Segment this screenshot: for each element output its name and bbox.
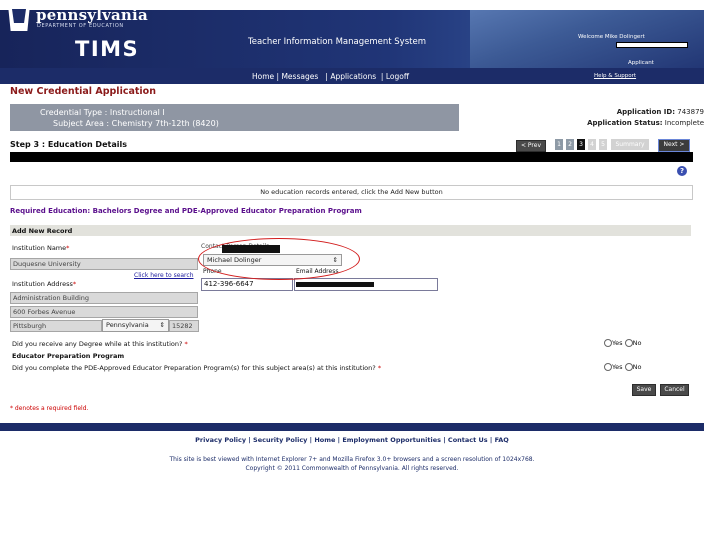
highlight-circle <box>198 238 360 280</box>
footer-text: This site is best viewed with Internet E… <box>0 455 704 473</box>
cancel-button[interactable]: Cancel <box>660 384 689 396</box>
keystone-logo-inner <box>12 9 26 23</box>
security-policy-link[interactable]: Security Policy <box>253 436 307 444</box>
help-question-icon[interactable]: ? <box>677 166 687 176</box>
footer-links: Privacy Policy | Security Policy | Home … <box>195 436 509 444</box>
institution-name-label: Institution Name* <box>12 244 69 252</box>
application-id-label: Application ID: <box>616 108 676 116</box>
state-select-value: Pennsylvania <box>106 321 149 329</box>
page-title: New Credential Application <box>10 86 156 97</box>
address-line2-field[interactable]: 600 Forbes Avenue <box>10 306 198 318</box>
no-label: No <box>632 339 642 347</box>
yes-label: Yes <box>612 363 623 371</box>
prep-yes-radio[interactable] <box>604 363 612 371</box>
step-divider-bar <box>10 152 693 162</box>
nav-logoff[interactable]: Logoff <box>386 72 409 81</box>
degree-radio-group: Yes No <box>604 339 641 347</box>
nav-messages[interactable]: Messages <box>281 72 318 81</box>
faq-link[interactable]: FAQ <box>495 436 509 444</box>
select-arrows-icon: ⇕ <box>159 321 165 329</box>
step-2-button[interactable]: 2 <box>566 139 574 150</box>
nav-home[interactable]: Home <box>252 72 274 81</box>
prep-program-title: Educator Preparation Program <box>12 352 125 360</box>
institution-address-label: Institution Address* <box>12 280 76 288</box>
required-field-note: * denotes a required field. <box>10 405 89 412</box>
prep-no-radio[interactable] <box>624 363 633 371</box>
add-record-header <box>10 225 691 236</box>
next-button[interactable]: Next > <box>658 139 690 152</box>
prep-question-text: Did you complete the PDE-Approved Educat… <box>12 364 376 372</box>
prep-question: Did you complete the PDE-Approved Educat… <box>12 364 381 372</box>
copyright: Copyright © 2011 Commonwealth of Pennsyl… <box>245 465 459 472</box>
application-id: Application ID: 743879 <box>617 108 704 116</box>
degree-yes-radio[interactable] <box>604 339 612 347</box>
department-name: DEPARTMENT OF EDUCATION <box>37 23 124 29</box>
city-field[interactable]: Pittsburgh <box>10 320 102 332</box>
welcome-text: Welcome Mike Dolingert <box>578 34 645 40</box>
nav-applications[interactable]: Applications <box>330 72 376 81</box>
required-star: * <box>66 244 70 252</box>
employment-link[interactable]: Employment Opportunities <box>342 436 441 444</box>
save-button[interactable]: Save <box>632 384 656 396</box>
browser-note: This site is best viewed with Internet E… <box>169 456 535 463</box>
institution-name-label-text: Institution Name <box>12 244 67 252</box>
system-title: Teacher Information Management System <box>248 37 426 47</box>
redacted-username <box>616 42 688 48</box>
prep-radio-group: Yes No <box>604 363 641 371</box>
prev-button[interactable]: < Prev <box>516 140 546 152</box>
step-3-button-current[interactable]: 3 <box>577 139 585 150</box>
footer-home-link[interactable]: Home <box>314 436 335 444</box>
step-title: Step 3 : Education Details <box>10 140 127 149</box>
main-nav: Home | Messages | Applications | Logoff <box>252 72 409 81</box>
application-status-label: Application Status: <box>587 119 663 127</box>
step-1-button[interactable]: 1 <box>555 139 563 150</box>
degree-no-radio[interactable] <box>624 339 633 347</box>
privacy-policy-link[interactable]: Privacy Policy <box>195 436 246 444</box>
application-id-value: 743879 <box>677 108 704 116</box>
required-star: * <box>184 340 188 348</box>
app-logo-text: TIMS <box>75 37 140 61</box>
footer-band <box>0 423 704 431</box>
search-institution-link[interactable]: Click here to search <box>134 272 194 279</box>
subject-area: Subject Area : Chemistry 7th-12th (8420) <box>53 119 219 128</box>
institution-address-label-text: Institution Address <box>12 280 73 288</box>
brand-name: pennsylvania <box>36 6 148 24</box>
required-education-heading: Required Education: Bachelors Degree and… <box>10 207 362 215</box>
yes-label: Yes <box>612 339 623 347</box>
redacted-email <box>296 282 374 287</box>
summary-step-button[interactable]: Summary <box>611 139 649 150</box>
user-role: Applicant <box>628 60 654 66</box>
degree-question: Did you receive any Degree while at this… <box>12 340 188 348</box>
state-select[interactable]: Pennsylvania ⇕ <box>102 319 169 332</box>
step-4-button[interactable]: 4 <box>588 139 596 150</box>
application-status-value: Incomplete <box>664 119 704 127</box>
no-label: No <box>632 363 642 371</box>
degree-question-text: Did you receive any Degree while at this… <box>12 340 183 348</box>
required-star: * <box>377 364 382 372</box>
required-star: * <box>72 280 77 288</box>
zip-field[interactable]: 15282 <box>169 320 199 332</box>
add-record-title: Add New Record <box>12 227 73 235</box>
contact-us-link[interactable]: Contact Us <box>448 436 488 444</box>
credential-type: Credential Type : Instructional I <box>40 108 165 117</box>
address-line1-field[interactable]: Administration Building <box>10 292 198 304</box>
step-5-button[interactable]: 5 <box>599 139 607 150</box>
application-status: Application Status: Incomplete <box>587 119 704 127</box>
institution-name-field[interactable]: Duquesne University <box>10 258 198 270</box>
help-support-link[interactable]: Help & Support <box>594 73 636 79</box>
education-records-empty: No education records entered, click the … <box>10 185 693 200</box>
